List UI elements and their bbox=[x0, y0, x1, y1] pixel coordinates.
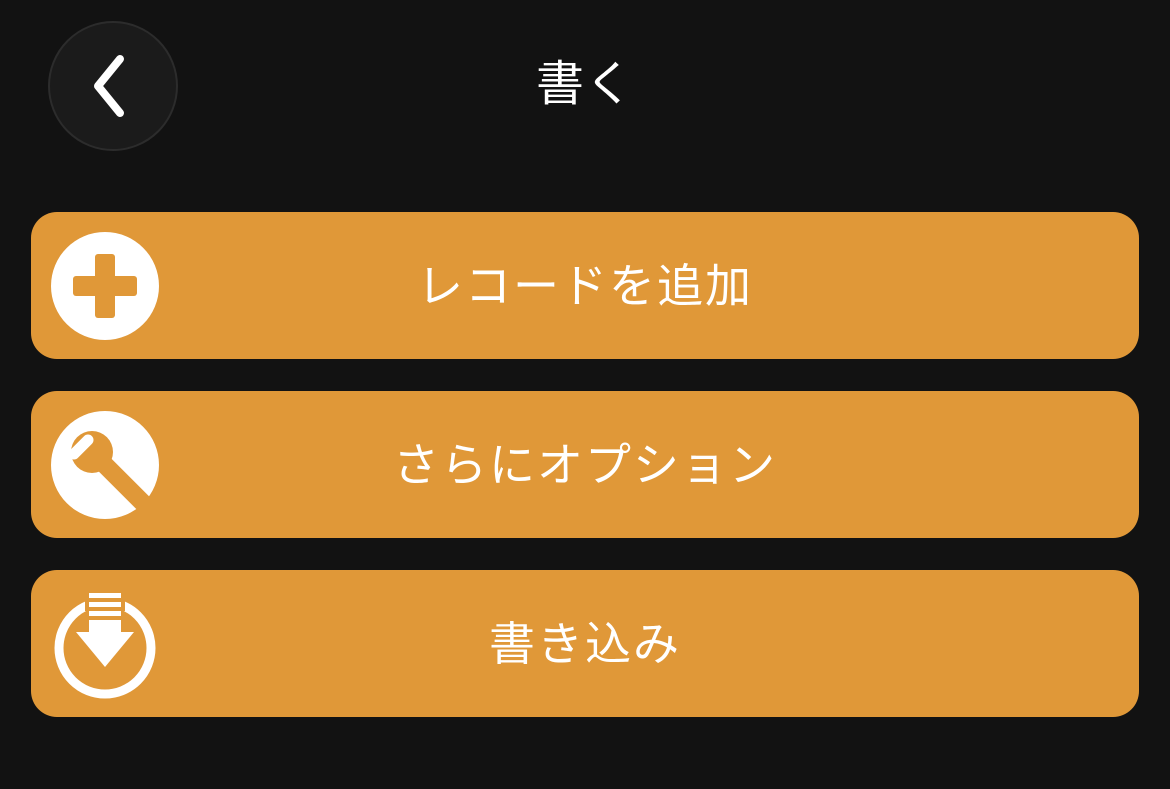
download-arrow-icon bbox=[50, 589, 160, 699]
more-options-label: さらにオプション bbox=[393, 437, 777, 492]
header-bar: 書く bbox=[0, 0, 1170, 180]
add-record-label: レコードを追加 bbox=[417, 258, 753, 313]
write-label: 書き込み bbox=[489, 616, 681, 671]
more-options-button[interactable]: さらにオプション bbox=[31, 391, 1139, 538]
plus-circle-icon bbox=[50, 231, 160, 341]
write-button[interactable]: 書き込み bbox=[31, 570, 1139, 717]
page-title: 書く bbox=[535, 56, 634, 112]
add-record-button[interactable]: レコードを追加 bbox=[31, 212, 1139, 359]
write-screen: 書く レコードを追加 さらにオプション 書き込み bbox=[0, 0, 1170, 789]
wrench-icon bbox=[50, 410, 160, 520]
